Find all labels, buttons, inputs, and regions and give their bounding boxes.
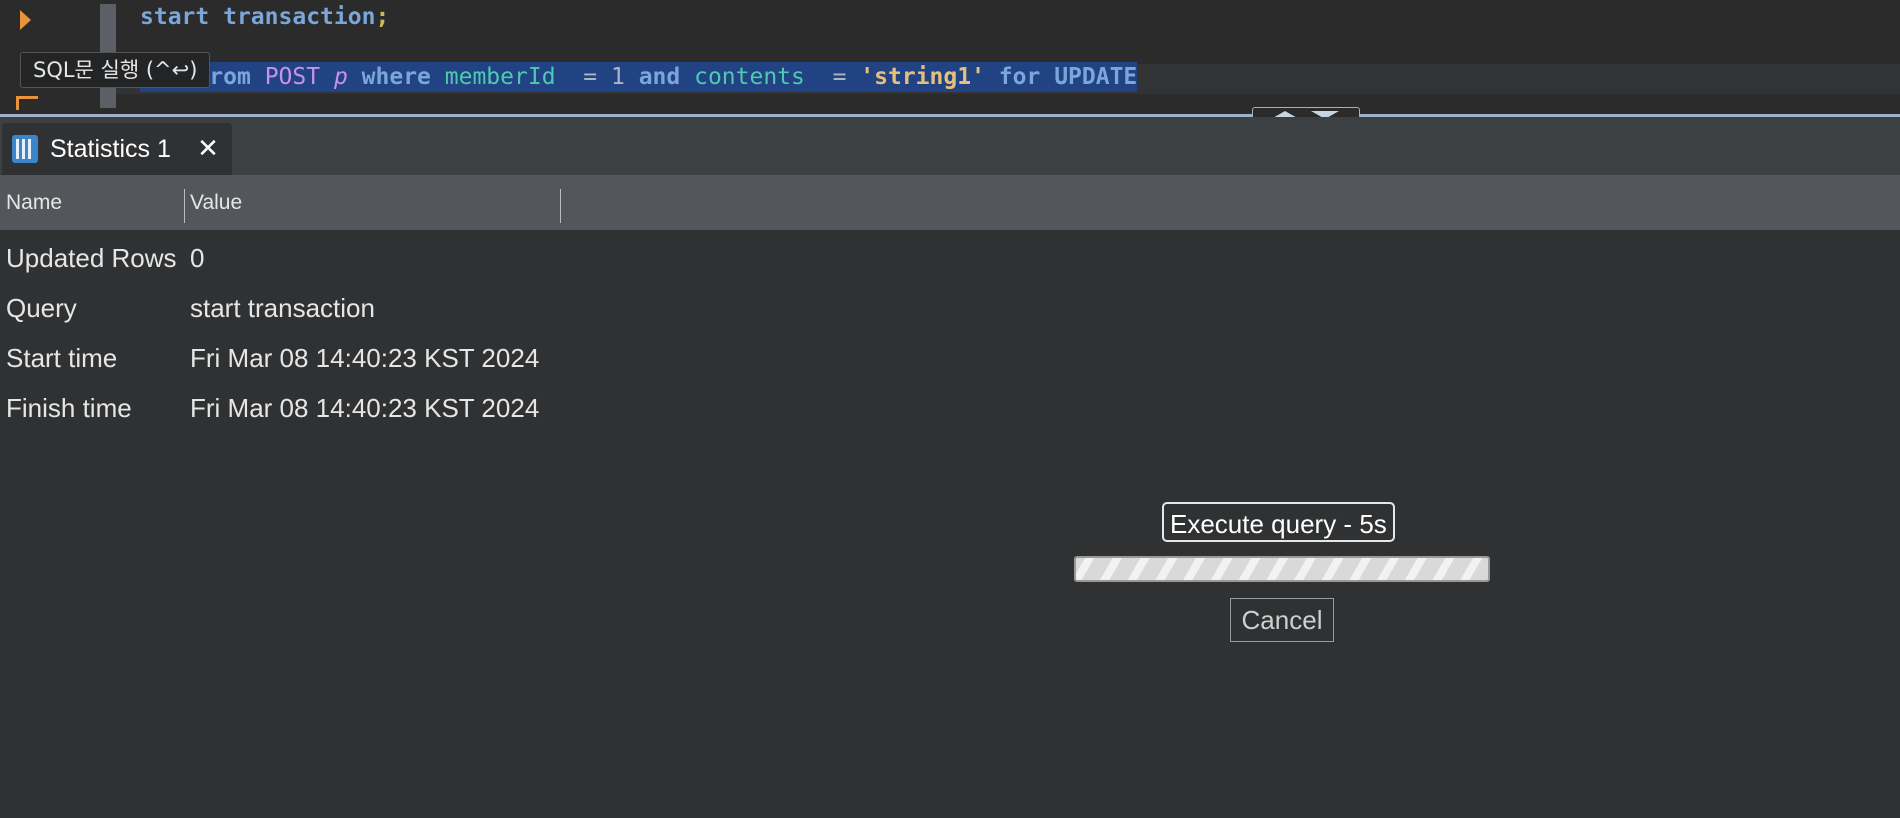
keyword-start: start bbox=[140, 4, 210, 30]
query-progress-bar bbox=[1074, 556, 1490, 582]
table-grid-icon bbox=[12, 135, 38, 163]
column-header-name[interactable]: Name bbox=[6, 175, 62, 230]
string-literal: 'string1' bbox=[860, 64, 985, 90]
table-row[interactable]: Updated Rows 0 bbox=[0, 233, 1900, 283]
row-value: Fri Mar 08 14:40:23 KST 2024 bbox=[190, 343, 540, 373]
row-name: Start time bbox=[6, 343, 118, 373]
row-name: Updated Rows bbox=[6, 243, 177, 273]
equals-operator-1: = bbox=[583, 64, 598, 90]
column-memberid: memberId bbox=[444, 64, 556, 90]
run-arrow-icon[interactable] bbox=[20, 10, 31, 30]
row-value: start transaction bbox=[190, 293, 375, 323]
stats-table-header: Name Value bbox=[0, 175, 1900, 230]
keyword-transaction: transaction bbox=[223, 4, 376, 30]
tab-label: Statistics 1 bbox=[50, 135, 171, 163]
keyword-update: UPDATE bbox=[1054, 64, 1138, 90]
keyword-for: for bbox=[998, 64, 1041, 90]
table-alias: p bbox=[333, 64, 348, 90]
row-name: Finish time bbox=[6, 393, 132, 423]
code-line-2-selected[interactable]: T * from POST p where memberId = 1 and c… bbox=[140, 62, 1138, 92]
row-value: 0 bbox=[190, 243, 205, 273]
table-name: POST bbox=[264, 64, 321, 90]
keyword-where: where bbox=[361, 64, 431, 90]
results-tab-strip: Statistics 1 ✕ bbox=[0, 117, 1900, 175]
keyword-and: and bbox=[638, 64, 681, 90]
table-row[interactable]: Finish time Fri Mar 08 14:40:23 KST 2024 bbox=[0, 383, 1900, 433]
app-window: start transaction; T * from POST p where… bbox=[0, 0, 1900, 818]
table-row[interactable]: Query start transaction bbox=[0, 283, 1900, 333]
semicolon: ; bbox=[375, 4, 390, 30]
number-literal: 1 bbox=[610, 64, 625, 90]
table-row[interactable]: Start time Fri Mar 08 14:40:23 KST 2024 bbox=[0, 333, 1900, 383]
progress-fill bbox=[1076, 558, 1488, 580]
row-value: Fri Mar 08 14:40:23 KST 2024 bbox=[190, 393, 540, 423]
sql-editor[interactable]: start transaction; T * from POST p where… bbox=[0, 0, 1900, 114]
close-icon[interactable]: ✕ bbox=[196, 136, 220, 162]
column-header-value[interactable]: Value bbox=[190, 175, 242, 230]
tab-statistics-1[interactable]: Statistics 1 ✕ bbox=[2, 123, 232, 175]
column-resize-handle[interactable] bbox=[560, 189, 561, 223]
column-contents: contents bbox=[694, 64, 805, 90]
equals-operator-2: = bbox=[832, 64, 847, 90]
column-resize-handle[interactable] bbox=[184, 189, 185, 223]
code-line-1[interactable]: start transaction; bbox=[140, 2, 389, 32]
execution-plan-icon[interactable] bbox=[16, 96, 38, 110]
row-name: Query bbox=[6, 293, 77, 323]
execute-query-status: Execute query - 5s bbox=[1162, 502, 1395, 542]
cancel-button[interactable]: Cancel bbox=[1230, 598, 1334, 642]
run-sql-tooltip: SQL문 실행 (^↩) bbox=[20, 52, 211, 88]
